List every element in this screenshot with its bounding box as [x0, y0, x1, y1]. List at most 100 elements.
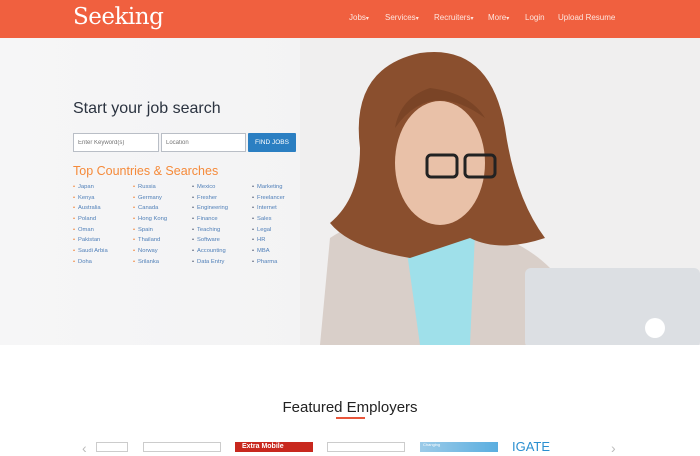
search-link-label: Norway: [138, 248, 158, 255]
search-link[interactable]: • Finance: [192, 216, 228, 227]
bullet-icon: •: [252, 237, 255, 244]
bullet-icon: •: [252, 194, 255, 201]
search-link[interactable]: • Internet: [252, 205, 285, 216]
search-link[interactable]: • Germany: [133, 195, 167, 206]
search-link-label: Mexico: [197, 184, 216, 190]
search-link[interactable]: • Data Entry: [192, 259, 228, 270]
search-link[interactable]: • Saudi Arbia: [73, 248, 108, 259]
bullet-icon: •: [73, 205, 76, 212]
search-link-label: Engineering: [197, 205, 228, 212]
search-link[interactable]: • Hong Kong: [133, 216, 167, 227]
nav-label: Services: [385, 13, 416, 22]
search-link[interactable]: • Canada: [133, 205, 167, 216]
search-link[interactable]: • Poland: [73, 216, 108, 227]
hero-title: Start your job search: [73, 100, 221, 117]
bullet-icon: •: [192, 237, 195, 244]
search-link[interactable]: • HR: [252, 237, 285, 248]
caret-down-icon: ▾: [506, 16, 510, 22]
searches-column-2: • Marketing • Freelancer • Internet • Sales • Leg…: [252, 184, 285, 270]
bullet-icon: •: [133, 194, 136, 201]
bullet-icon: •: [133, 226, 136, 233]
bullet-icon: •: [252, 248, 255, 255]
search-link[interactable]: • Oman: [73, 227, 108, 238]
nav-login[interactable]: Login: [525, 13, 545, 22]
search-link[interactable]: • Software: [192, 237, 228, 248]
search-link-label: Srilanka: [138, 258, 159, 265]
search-link-label: Germany: [138, 194, 162, 201]
searches-column-1: • Mexico • Fresher • Engineering • Finance • Teac…: [192, 184, 228, 270]
search-link[interactable]: • Teaching: [192, 227, 228, 238]
bullet-icon: •: [73, 194, 76, 201]
search-link[interactable]: • Srilanka: [133, 259, 167, 270]
employer-logo[interactable]: [143, 442, 221, 452]
bullet-icon: •: [73, 258, 76, 265]
search-link[interactable]: • Mexico: [192, 184, 228, 195]
nav-services[interactable]: Services▾: [385, 13, 419, 22]
search-link[interactable]: • Sales: [252, 216, 285, 227]
search-link-label: Sales: [257, 216, 272, 223]
employer-logo[interactable]: Extra Mobile: [235, 442, 313, 452]
bullet-icon: •: [133, 216, 136, 223]
find-jobs-button[interactable]: FIND JOBS: [248, 133, 296, 152]
carousel-next-icon[interactable]: ›: [611, 440, 616, 456]
search-link[interactable]: • Pharma: [252, 259, 285, 270]
search-link[interactable]: • Thailand: [133, 237, 167, 248]
search-link[interactable]: • Marketing: [252, 184, 285, 195]
bullet-icon: •: [252, 226, 255, 233]
bullet-icon: •: [73, 216, 76, 223]
search-link-label: Kenya: [78, 194, 95, 201]
employer-logo[interactable]: [327, 442, 405, 452]
nav-more[interactable]: More▾: [488, 13, 509, 22]
location-input[interactable]: [161, 133, 246, 152]
carousel-prev-icon[interactable]: ‹: [82, 440, 87, 456]
keyword-input[interactable]: [73, 133, 159, 152]
bullet-icon: •: [192, 194, 195, 201]
search-link[interactable]: • Fresher: [192, 195, 228, 206]
search-link[interactable]: • Engineering: [192, 205, 228, 216]
search-link[interactable]: • Spain: [133, 227, 167, 238]
search-link-label: Software: [197, 237, 220, 244]
search-link[interactable]: • Freelancer: [252, 195, 285, 206]
employer-logo[interactable]: IGATE: [512, 442, 574, 452]
hero: Start your job search FIND JOBS Top Coun…: [0, 38, 700, 345]
logo[interactable]: Seeking: [73, 4, 164, 30]
bullet-icon: •: [252, 184, 255, 190]
search-link[interactable]: • Norway: [133, 248, 167, 259]
search-link[interactable]: • Legal: [252, 227, 285, 238]
search-link-label: Oman: [78, 226, 94, 233]
nav-jobs[interactable]: Jobs▾: [349, 13, 369, 22]
search-link-label: Saudi Arbia: [78, 248, 108, 255]
title-underline: [336, 417, 365, 419]
search-link-label: Legal: [257, 226, 272, 233]
search-link-label: Spain: [138, 226, 153, 233]
nav-recruiters[interactable]: Recruiters▾: [434, 13, 473, 22]
search-link[interactable]: • Japan: [73, 184, 108, 195]
bullet-icon: •: [192, 184, 195, 190]
caret-down-icon: ▾: [415, 16, 419, 22]
bullet-icon: •: [73, 184, 76, 190]
search-link[interactable]: • Australia: [73, 205, 108, 216]
search-link-label: Canada: [138, 205, 159, 212]
employer-logo[interactable]: Changing: [420, 442, 498, 452]
search-link[interactable]: • Pakistan: [73, 237, 108, 248]
bullet-icon: •: [192, 205, 195, 212]
header: Seeking Jobs▾ Services▾ Recruiters▾ More…: [0, 0, 700, 38]
bullet-icon: •: [133, 248, 136, 255]
search-link[interactable]: • Russia: [133, 184, 167, 195]
search-link-label: Data Entry: [197, 258, 225, 265]
search-link-label: Pakistan: [78, 237, 101, 244]
bullet-icon: •: [133, 184, 136, 190]
nav-label: Recruiters: [434, 13, 471, 22]
bullet-icon: •: [252, 205, 255, 212]
search-link-label: Marketing: [257, 184, 283, 190]
search-link-label: Finance: [197, 216, 218, 223]
nav-label: More: [488, 13, 507, 22]
search-link[interactable]: • MBA: [252, 248, 285, 259]
nav-upload-resume[interactable]: Upload Resume: [558, 13, 615, 22]
employer-logo[interactable]: [96, 442, 128, 452]
search-link[interactable]: • Kenya: [73, 195, 108, 206]
search-link[interactable]: • Doha: [73, 259, 108, 270]
bullet-icon: •: [192, 226, 195, 233]
featured-employers-title: Featured Employers: [282, 399, 418, 416]
search-link[interactable]: • Accounting: [192, 248, 228, 259]
